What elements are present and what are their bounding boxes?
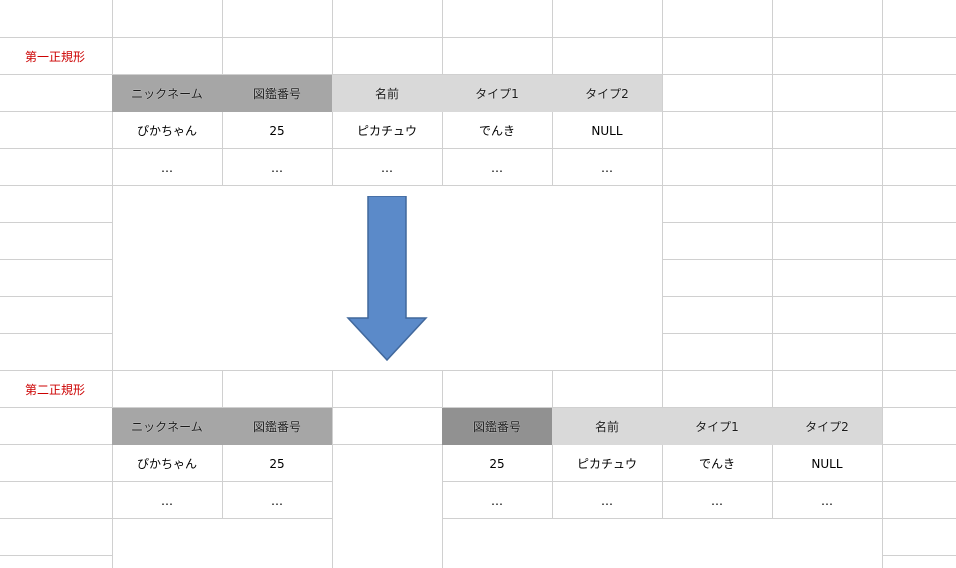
cell-type1[interactable]: でんき <box>442 112 552 149</box>
gridline <box>0 370 956 371</box>
header-name[interactable]: 名前 <box>552 408 662 445</box>
section-label-first-normal-form: 第一正規形 <box>25 50 86 64</box>
cell-nickname[interactable]: ぴかちゃん <box>112 112 222 149</box>
cell-ellipsis[interactable]: … <box>552 149 662 186</box>
blank-area <box>443 519 882 568</box>
arrow-down-icon <box>346 196 428 362</box>
header-dex-number[interactable]: 図鑑番号 <box>222 408 332 445</box>
cell-ellipsis[interactable]: … <box>332 149 442 186</box>
cell-dex-number[interactable]: 25 <box>442 445 552 482</box>
cell-dex-number[interactable]: 25 <box>222 445 332 482</box>
header-nickname[interactable]: ニックネーム <box>112 75 222 112</box>
cell-type1[interactable]: でんき <box>662 445 772 482</box>
cell-ellipsis[interactable]: … <box>662 482 772 519</box>
header-type2[interactable]: タイプ2 <box>772 408 882 445</box>
cell-dex-number[interactable]: 25 <box>222 112 332 149</box>
cell-ellipsis[interactable]: … <box>222 482 332 519</box>
cell-ellipsis[interactable]: … <box>772 482 882 519</box>
cell-name[interactable]: ピカチュウ <box>332 112 442 149</box>
cell-type2[interactable]: NULL <box>552 112 662 149</box>
arrow-down-shape <box>346 196 428 362</box>
header-type2[interactable]: タイプ2 <box>552 75 662 112</box>
gridline <box>882 0 883 568</box>
header-dex-number[interactable]: 図鑑番号 <box>222 75 332 112</box>
cell-ellipsis[interactable]: … <box>442 149 552 186</box>
cell-ellipsis[interactable]: … <box>442 482 552 519</box>
blank-area <box>113 519 332 568</box>
cell-ellipsis[interactable]: … <box>112 482 222 519</box>
gridline <box>0 37 956 38</box>
section-label-second-normal-form: 第二正規形 <box>25 383 86 397</box>
cell-type2[interactable]: NULL <box>772 445 882 482</box>
cell-name[interactable]: ピカチュウ <box>552 445 662 482</box>
blank-area <box>333 408 442 444</box>
cell-ellipsis[interactable]: … <box>552 482 662 519</box>
cell-nickname[interactable]: ぴかちゃん <box>112 445 222 482</box>
header-type1[interactable]: タイプ1 <box>662 408 772 445</box>
header-name[interactable]: 名前 <box>332 75 442 112</box>
cell-ellipsis[interactable]: … <box>112 149 222 186</box>
header-nickname[interactable]: ニックネーム <box>112 408 222 445</box>
cell-ellipsis[interactable]: … <box>222 149 332 186</box>
blank-area <box>333 445 442 568</box>
header-dex-number[interactable]: 図鑑番号 <box>442 408 552 445</box>
header-type1[interactable]: タイプ1 <box>442 75 552 112</box>
